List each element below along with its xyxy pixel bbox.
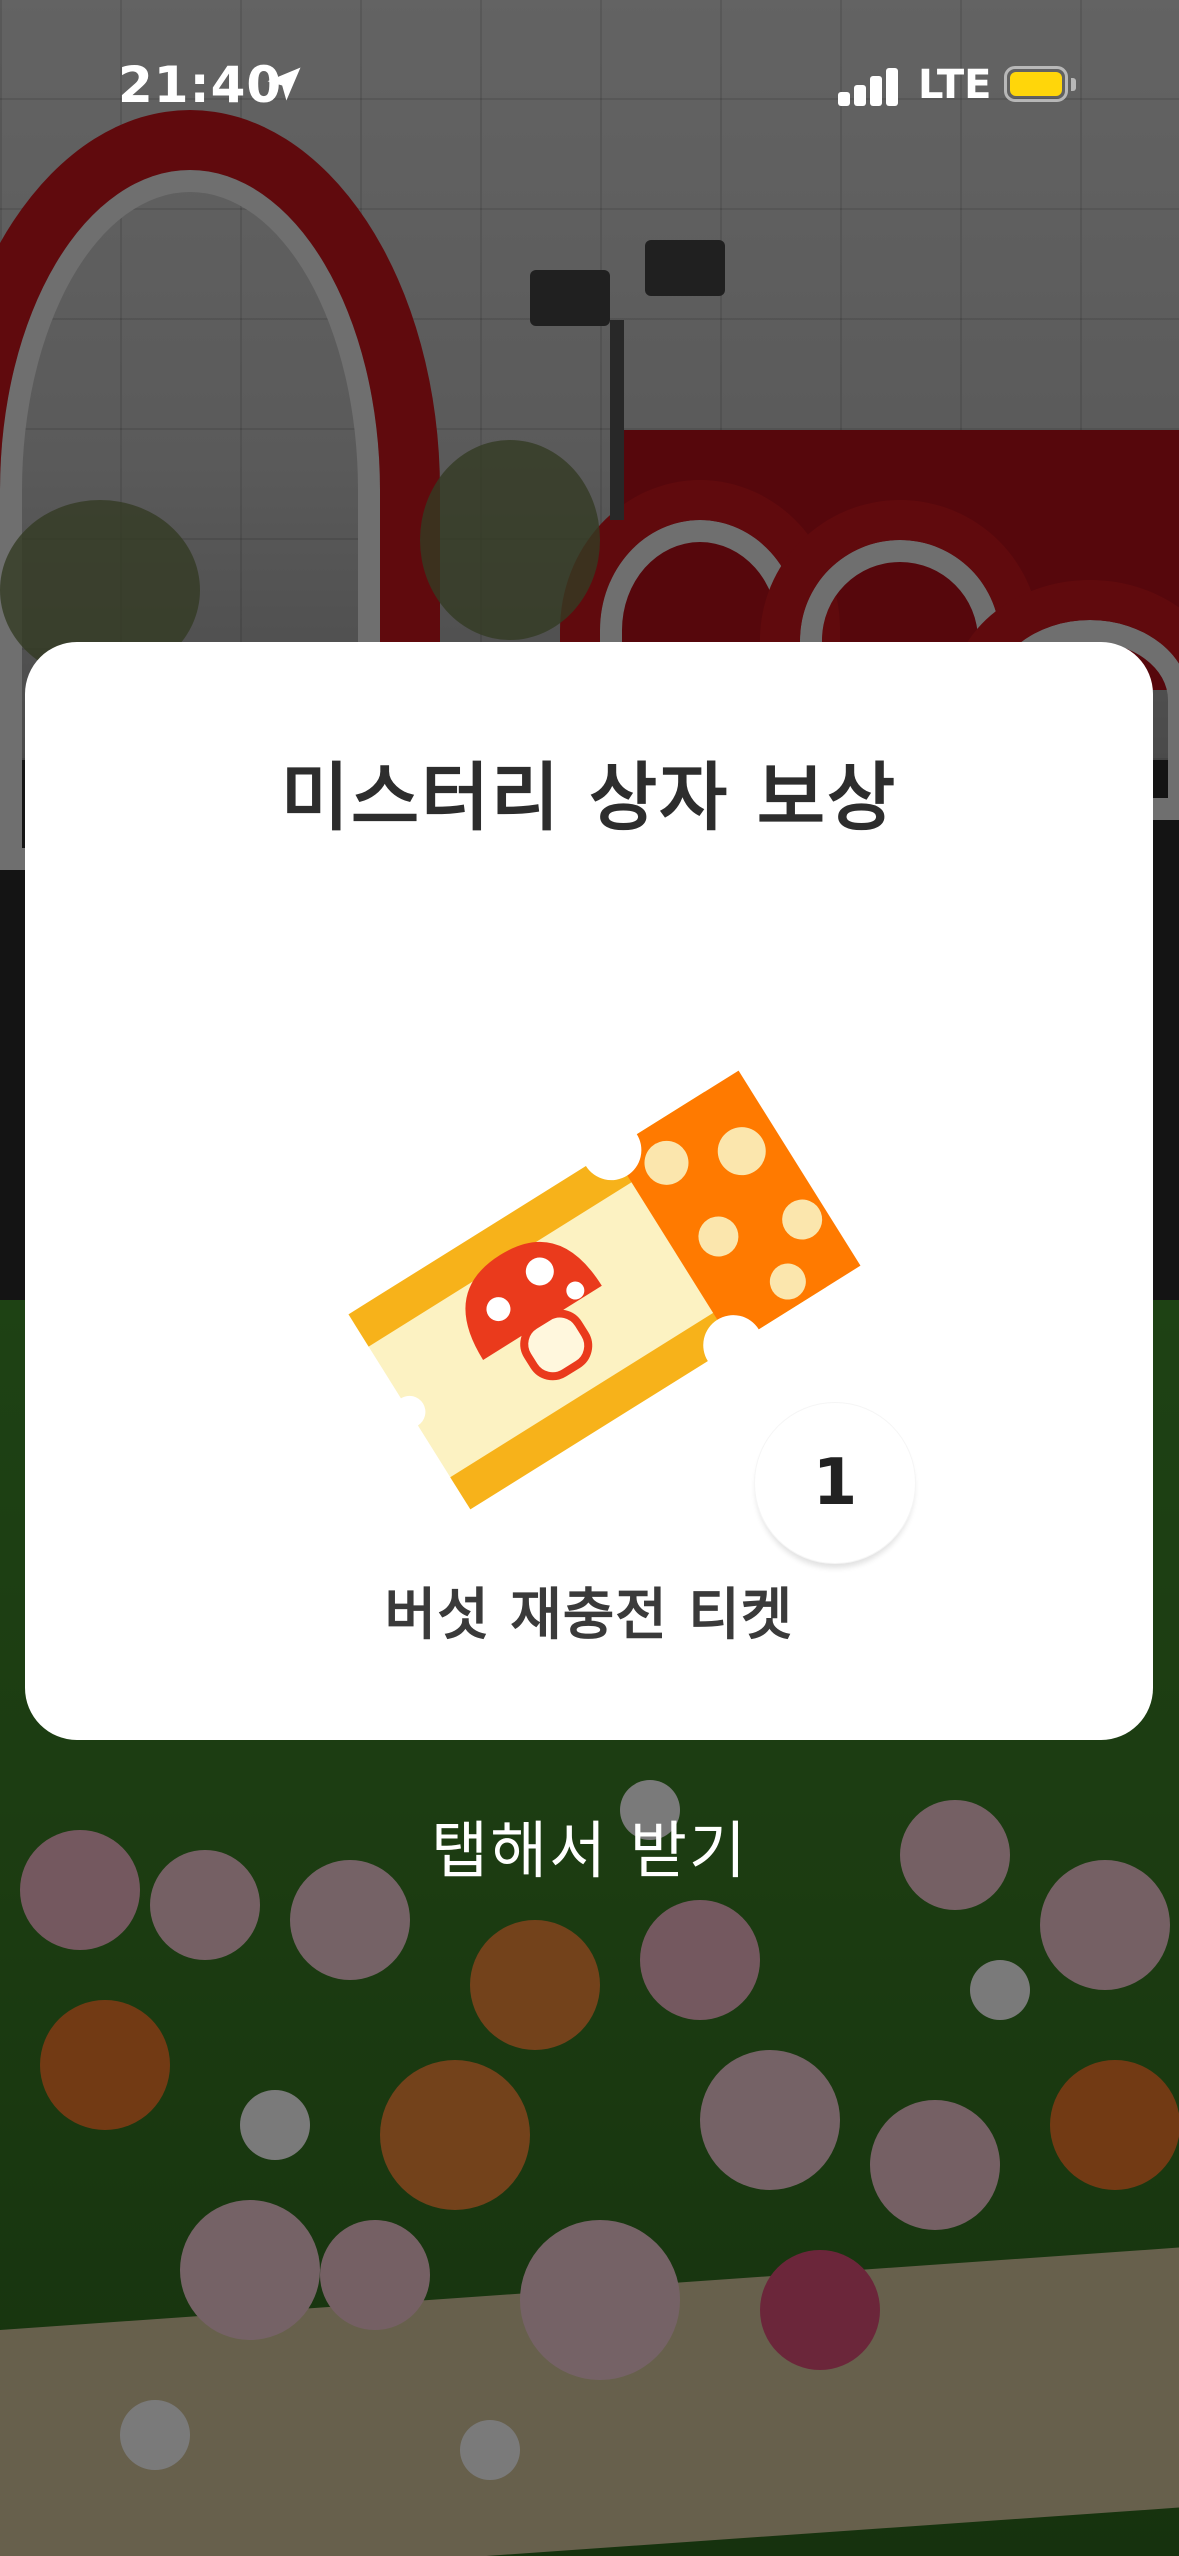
reward-popup-card[interactable]: 미스터리 상자 보상 1 버섯 재충전 티켓: [25, 642, 1153, 1740]
item-quantity-badge: 1: [754, 1402, 916, 1564]
tap-to-claim-hint[interactable]: 탭해서 받기: [0, 1800, 1179, 1890]
status-bar: 21:40 LTE: [0, 0, 1179, 150]
network-type: LTE: [918, 62, 992, 108]
clock-time: 21:40: [118, 56, 283, 114]
popup-title: 미스터리 상자 보상: [280, 755, 898, 841]
battery-icon: [1004, 66, 1078, 104]
location-arrow-icon: [267, 67, 301, 101]
item-name: 버섯 재충전 티켓: [384, 1583, 794, 1648]
cellular-signal-icon: [838, 66, 900, 106]
